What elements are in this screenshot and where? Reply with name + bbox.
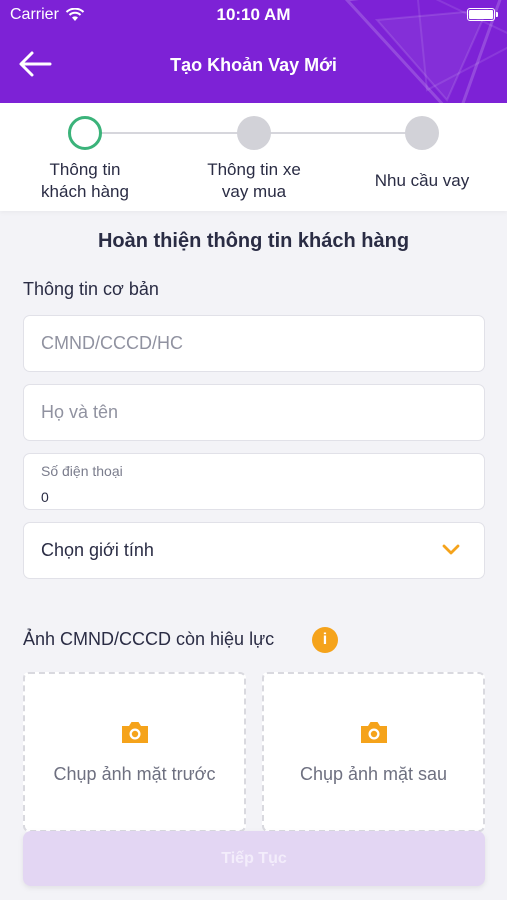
battery-icon — [467, 8, 498, 21]
gender-select[interactable]: Chọn giới tính — [23, 522, 485, 579]
step-2-label-line2: vay mua — [221, 182, 287, 201]
full-name-field[interactable]: Họ và tên — [23, 384, 485, 441]
phone-field-label: Số điện thoại — [41, 463, 123, 479]
step-3-indicator — [405, 116, 439, 150]
camera-icon — [121, 722, 148, 743]
status-bar: Carrier 10:10 AM — [0, 0, 507, 32]
id-number-placeholder: CMND/CCCD/HC — [41, 333, 183, 353]
status-time: 10:10 AM — [216, 5, 291, 24]
progress-stepper: Thông tin khách hàng Thông tin xe vay mu… — [0, 103, 507, 211]
step-1-indicator — [68, 116, 102, 150]
phone-field-value: 0 — [41, 489, 49, 505]
page-title: Tạo Khoản Vay Mới — [170, 55, 337, 75]
step-2-label-line1: Thông tin xe — [207, 160, 301, 179]
step-1-label-line1: Thông tin — [49, 160, 121, 179]
back-photo-label: Chụp ảnh mặt sau — [299, 764, 448, 784]
chevron-down-icon — [442, 544, 460, 555]
app-header: Carrier 10:10 AM Tạo Khoản Vay Mới — [0, 0, 507, 103]
step-1-label-line2: khách hàng — [41, 182, 129, 201]
step-1-label[interactable]: Thông tin khách hàng — [15, 159, 155, 203]
phone-field[interactable]: Số điện thoại 0 — [23, 453, 485, 510]
step-connector — [268, 132, 408, 134]
step-connector — [100, 132, 240, 134]
continue-button[interactable]: Tiếp Tục — [23, 831, 485, 886]
camera-icon — [360, 722, 387, 743]
step-3-label-line1: Nhu cầu vay — [374, 171, 470, 190]
step-2-label[interactable]: Thông tin xe vay mua — [184, 159, 324, 203]
front-photo-label: Chụp ảnh mặt trước — [53, 764, 216, 784]
section-title: Hoàn thiện thông tin khách hàng — [97, 230, 410, 252]
gender-select-value: Chọn giới tính — [41, 540, 154, 560]
id-number-field[interactable]: CMND/CCCD/HC — [23, 315, 485, 372]
step-2-indicator — [237, 116, 271, 150]
id-photo-heading: Ảnh CMND/CCCD còn hiệu lực — [23, 629, 275, 649]
full-name-placeholder: Họ và tên — [41, 402, 119, 422]
step-3-label[interactable]: Nhu cầu vay — [352, 170, 492, 192]
basic-info-heading: Thông tin cơ bản — [23, 279, 159, 299]
back-photo-button[interactable]: Chụp ảnh mặt sau — [262, 672, 485, 832]
info-icon[interactable]: i — [312, 627, 338, 653]
front-photo-button[interactable]: Chụp ảnh mặt trước — [23, 672, 246, 832]
